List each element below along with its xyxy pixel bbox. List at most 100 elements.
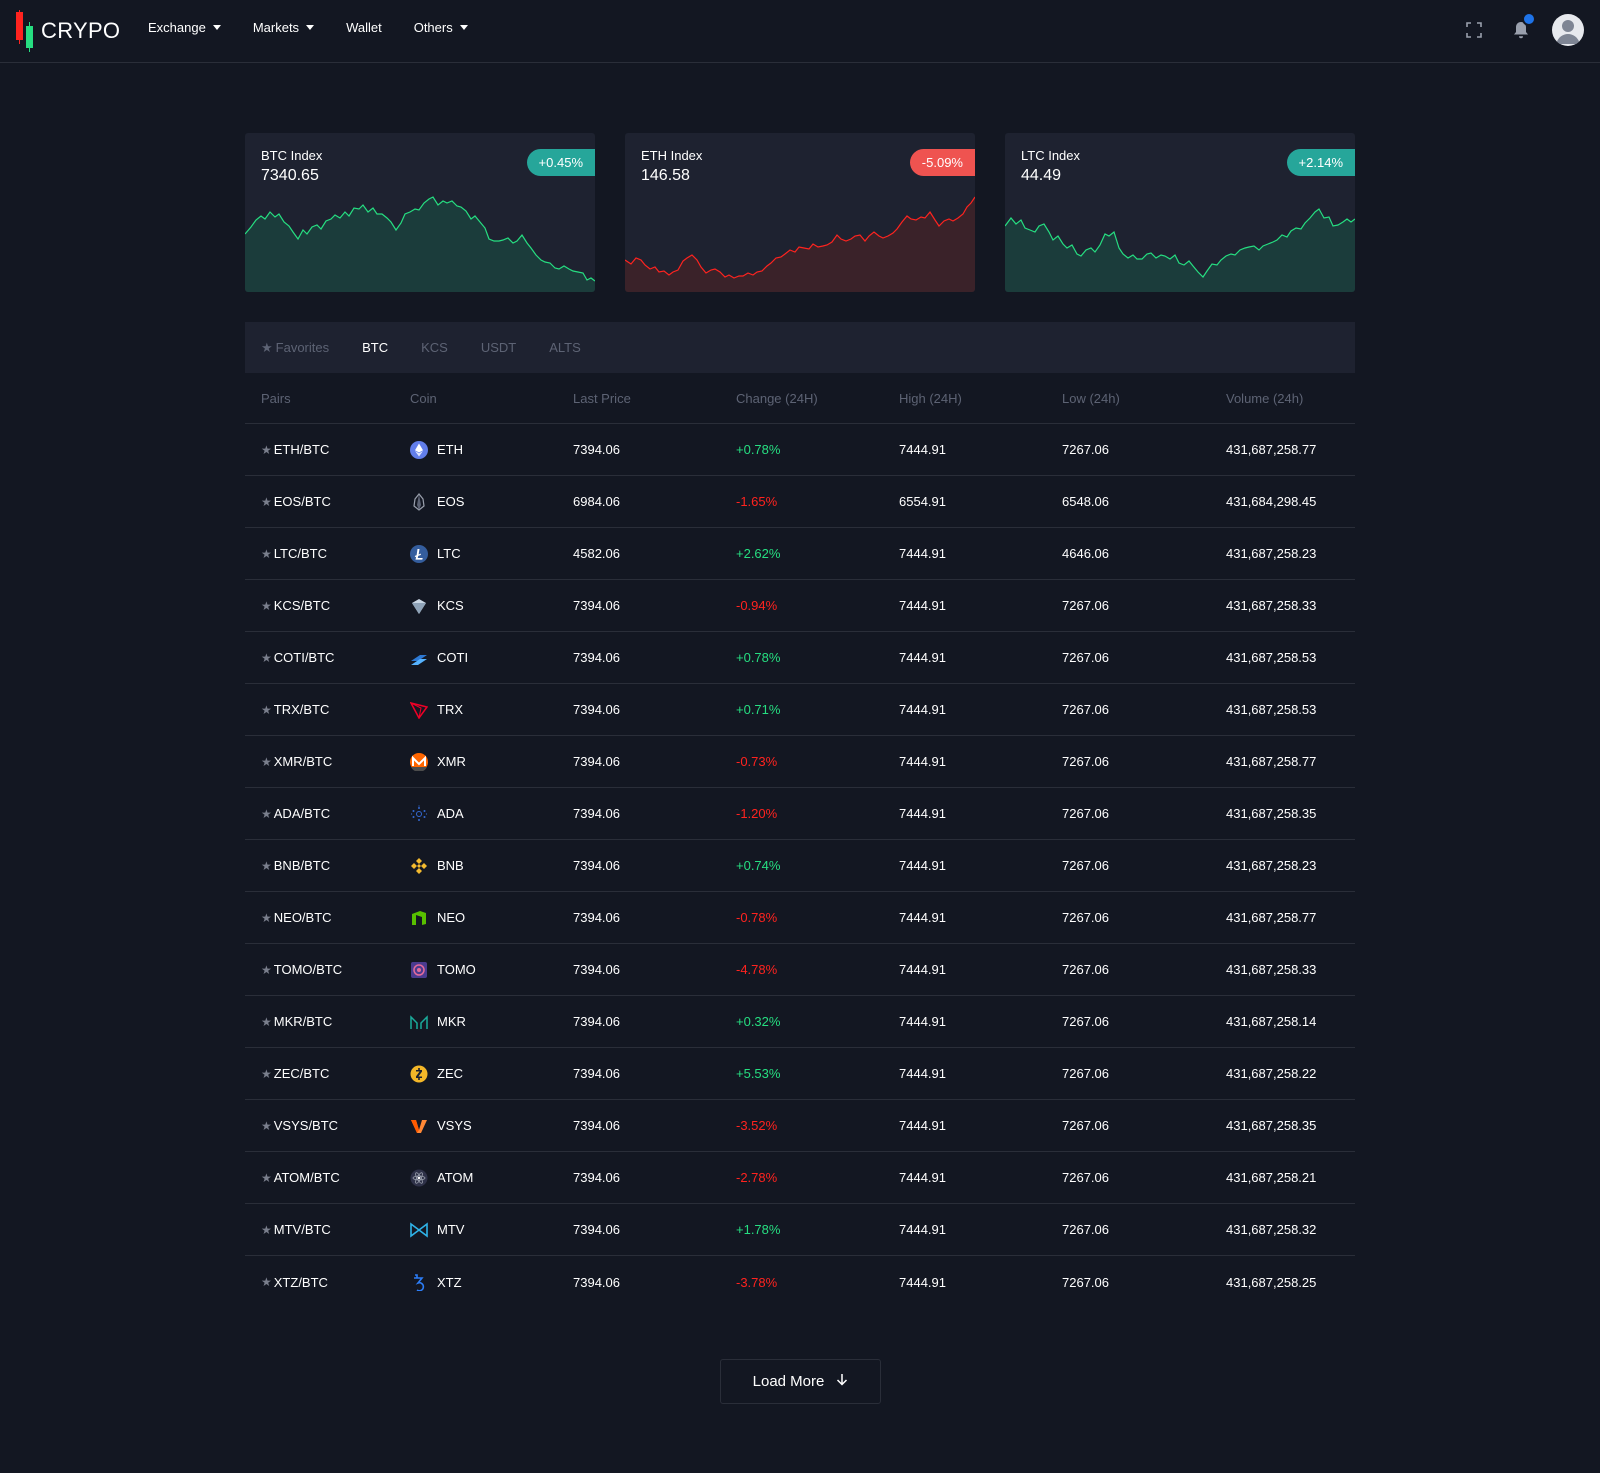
table-row[interactable]: ★ NEO/BTC NEO 7394.06 -0.78% 7444.91 7267.06 43… (245, 892, 1355, 944)
volume-cell: 431,687,258.35 (1226, 806, 1317, 821)
pair-label: EOS/BTC (273, 494, 331, 509)
change-cell: +0.32% (736, 1014, 781, 1029)
nav-others[interactable]: Others (414, 20, 468, 35)
table-row[interactable]: ★ KCS/BTC KCS 7394.06 -0.94% 7444.91 7267.06 43… (245, 580, 1355, 632)
last-price-cell: 7394.06 (573, 806, 620, 821)
nav-wallet-label: Wallet (346, 20, 382, 35)
col-coin[interactable]: Coin (410, 391, 573, 406)
bell-icon[interactable] (1505, 14, 1537, 46)
coin-label: BNB (437, 858, 464, 873)
favorite-star-icon[interactable]: ★ (261, 1067, 272, 1081)
coin-cell: VSYS (410, 1117, 573, 1135)
favorite-star-icon[interactable]: ★ (261, 1015, 272, 1029)
tab-favorites[interactable]: ★ Favorites (261, 340, 329, 356)
favorite-star-icon[interactable]: ★ (261, 859, 272, 873)
index-card-eth[interactable]: ETH Index 146.58 -5.09% (625, 133, 975, 292)
tab-btc[interactable]: BTC (362, 340, 388, 355)
table-row[interactable]: ★ ATOM/BTC ATOM 7394.06 -2.78% 7444.91 7267.06… (245, 1152, 1355, 1204)
tab-usdt[interactable]: USDT (481, 340, 516, 355)
volume-cell: 431,687,258.77 (1226, 442, 1317, 457)
favorite-star-icon[interactable]: ★ (261, 651, 272, 665)
card-title: ETH Index (641, 148, 703, 163)
load-more-button[interactable]: Load More (720, 1359, 881, 1404)
favorite-star-icon[interactable]: ★ (261, 599, 272, 613)
user-avatar-icon[interactable] (1552, 14, 1584, 46)
pair-cell: ★ TOMO/BTC (245, 962, 410, 977)
pair-label: NEO/BTC (273, 910, 332, 925)
col-pairs[interactable]: Pairs (245, 391, 410, 406)
high-cell: 7444.91 (899, 962, 946, 977)
table-row[interactable]: ★ EOS/BTC EOS 6984.06 -1.65% 6554.91 6548.06 43… (245, 476, 1355, 528)
favorite-star-icon[interactable]: ★ (261, 547, 272, 561)
brand-name: CRYPO (41, 18, 121, 43)
change-cell: -2.78% (736, 1170, 778, 1185)
table-row[interactable]: ★ TRX/BTC TRX 7394.06 +0.71% 7444.91 7267.06 43… (245, 684, 1355, 736)
market-tabs: ★ Favorites BTC KCS USDT ALTS (245, 322, 1355, 373)
col-volume[interactable]: Volume (24h) (1226, 391, 1355, 406)
table-row[interactable]: ★ BNB/BTC BNB 7394.06 +0.74% 7444.91 7267.06 43… (245, 840, 1355, 892)
table-body: ★ ETH/BTC ETH 7394.06 +0.78% 7444.91 7267.06 43… (245, 424, 1355, 1308)
sparkline-chart (1005, 208, 1355, 292)
coin-cell: MKR (410, 1013, 573, 1031)
table-row[interactable]: ★ ZEC/BTC ZEC 7394.06 +5.53% 7444.91 7267.06 43… (245, 1048, 1355, 1100)
table-row[interactable]: ★ TOMO/BTC TOMO 7394.06 -4.78% 7444.91 7267.06… (245, 944, 1355, 996)
pair-cell: ★ KCS/BTC (245, 598, 410, 613)
favorite-star-icon[interactable]: ★ (261, 1275, 272, 1289)
col-change[interactable]: Change (24H) (736, 391, 899, 406)
coin-label: ADA (437, 806, 464, 821)
favorite-star-icon[interactable]: ★ (261, 1223, 272, 1237)
favorite-star-icon[interactable]: ★ (261, 963, 272, 977)
arrow-down-icon (836, 1373, 848, 1390)
nav-exchange[interactable]: Exchange (148, 20, 221, 35)
table-row[interactable]: ★ VSYS/BTC VSYS 7394.06 -3.52% 7444.91 7267.06… (245, 1100, 1355, 1152)
table-row[interactable]: ★ ADA/BTC ADA 7394.06 -1.20% 7444.91 7267.06 43… (245, 788, 1355, 840)
nav-markets-label: Markets (252, 20, 300, 35)
volume-cell: 431,687,258.25 (1226, 1274, 1317, 1290)
change-cell: -3.52% (736, 1118, 778, 1133)
favorite-star-icon[interactable]: ★ (261, 911, 272, 925)
tab-alts-label: ALTS (549, 340, 581, 355)
favorite-star-icon[interactable]: ★ (261, 443, 272, 457)
high-cell: 7444.91 (899, 702, 946, 717)
last-price-cell: 7394.06 (573, 910, 620, 925)
tab-alts[interactable]: ALTS (549, 340, 581, 355)
col-low[interactable]: Low (24h) (1062, 391, 1226, 406)
index-cards: BTC Index 7340.65 +0.45% ETH Index 146.5… (245, 133, 1355, 292)
card-title: BTC Index (261, 148, 323, 163)
index-card-ltc[interactable]: LTC Index 44.49 +2.14% (1005, 133, 1355, 292)
table-row[interactable]: ★ COTI/BTC COTI 7394.06 +0.78% 7444.91 7267.06… (245, 632, 1355, 684)
col-high[interactable]: High (24H) (899, 391, 1062, 406)
table-row[interactable]: ★ LTC/BTC LTC 4582.06 +2.62% 7444.91 4646.06 43… (245, 528, 1355, 580)
coin-cell: ADA (410, 804, 573, 823)
change-badge: +2.14% (1286, 149, 1355, 176)
change-cell: -1.65% (736, 494, 778, 509)
brand-logo[interactable]: CRYPO (15, 10, 121, 52)
table-row[interactable]: ★ MTV/BTC MTV 7394.06 +1.78% 7444.91 7267.06 43… (245, 1204, 1355, 1256)
volume-cell: 431,687,258.33 (1226, 962, 1317, 977)
table-header: Pairs Coin Last Price Change (24H) High … (245, 373, 1355, 424)
coin-label: ETH (437, 442, 463, 457)
col-last-price[interactable]: Last Price (573, 391, 736, 406)
favorite-star-icon[interactable]: ★ (261, 807, 272, 821)
low-cell: 7267.06 (1062, 1274, 1109, 1290)
favorite-star-icon[interactable]: ★ (261, 755, 272, 769)
nav-wallet[interactable]: Wallet (346, 20, 382, 35)
table-row[interactable]: ★ MKR/BTC MKR 7394.06 +0.32% 7444.91 7267.06 43… (245, 996, 1355, 1048)
fullscreen-icon[interactable] (1458, 14, 1490, 46)
volume-cell: 431,687,258.77 (1226, 754, 1317, 769)
favorite-star-icon[interactable]: ★ (261, 703, 272, 717)
favorite-star-icon[interactable]: ★ (261, 1171, 272, 1185)
vsys-icon (410, 1117, 428, 1135)
favorite-star-icon[interactable]: ★ (261, 495, 272, 509)
favorite-star-icon[interactable]: ★ (261, 1119, 272, 1133)
volume-cell: 431,687,258.32 (1226, 1222, 1317, 1237)
nav-markets[interactable]: Markets (252, 20, 315, 35)
table-row[interactable]: ★ XTZ/BTC XTZ 7394.06 -3.78% 7444.91 7267.06 43… (245, 1256, 1355, 1308)
index-card-btc[interactable]: BTC Index 7340.65 +0.45% (245, 133, 595, 292)
coin-label: ZEC (437, 1066, 463, 1081)
pair-cell: ★ MKR/BTC (245, 1014, 410, 1029)
tab-kcs[interactable]: KCS (421, 340, 448, 355)
table-row[interactable]: ★ XMR/BTC XMR 7394.06 -0.73% 7444.91 7267.06 43… (245, 736, 1355, 788)
coin-cell: BNB (410, 857, 573, 875)
table-row[interactable]: ★ ETH/BTC ETH 7394.06 +0.78% 7444.91 7267.06 43… (245, 424, 1355, 476)
